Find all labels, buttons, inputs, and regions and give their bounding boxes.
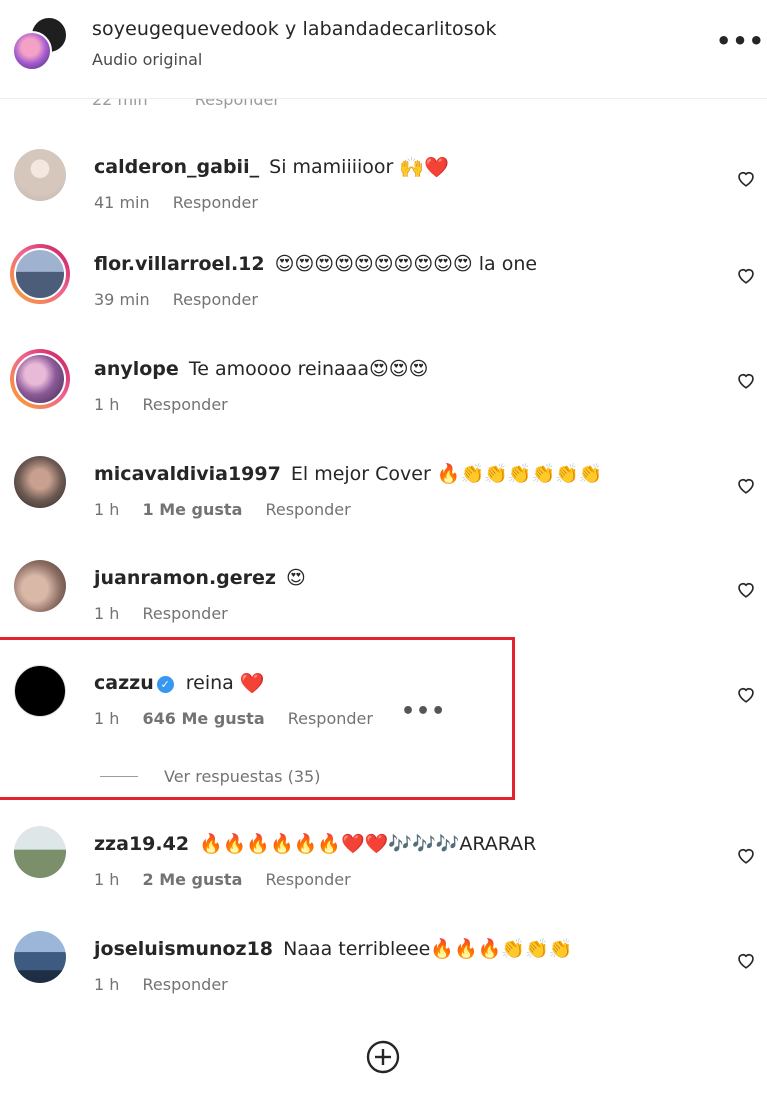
like-count[interactable]: 1 Me gusta [143,500,243,519]
comment-username[interactable]: calderon_gabii_ [94,156,259,178]
comment-more-icon[interactable]: ••• [401,699,446,724]
reply-link[interactable]: Responder [143,395,228,414]
comment-time: 1 h [94,870,120,889]
reply-link[interactable]: Responder [173,290,258,309]
comment-line: micavaldivia1997 El mejor Cover 🔥👏👏👏👏👏👏 [94,461,602,487]
comment-text: 😍 [286,567,306,589]
comment-meta: 1 h Responder [94,975,246,994]
comment-line: joseluismunoz18 Naaa terribleee🔥🔥🔥👏👏👏 [94,936,572,962]
comment-item: cazzu ✓ reina ❤️ 1 h 646 Me gusta Respond… [0,665,767,755]
replies-divider [100,776,138,777]
like-count[interactable]: 2 Me gusta [143,870,243,889]
comment-item: micavaldivia1997 El mejor Cover 🔥👏👏👏👏👏👏 … [0,456,767,546]
comment-line: flor.villarroel.12 😍😍😍😍😍😍😍😍😍😍 la one [94,251,537,277]
reply-link[interactable]: Responder [265,870,350,889]
comment-meta: 1 h 2 Me gusta Responder [94,870,369,889]
verified-badge-icon: ✓ [156,676,174,693]
comment-line: calderon_gabii_ Si mamiiiioor 🙌❤️ [94,154,449,180]
comment-meta: 1 h 646 Me gusta Responder [94,709,391,728]
comment-username[interactable]: joseluismunoz18 [94,938,273,960]
comment-time: 1 h [94,975,120,994]
comment-item: flor.villarroel.12 😍😍😍😍😍😍😍😍😍😍 la one 39 … [0,244,767,336]
comment-item: zza19.42 🔥🔥🔥🔥🔥🔥❤️❤️🎶🎶🎶ARARAR 1 h 2 Me gu… [0,826,767,916]
comment-line: cazzu ✓ reina ❤️ [94,670,265,696]
comment-time: 39 min [94,290,150,309]
comment-item: anylope Te amoooo reinaaa😍😍😍 1 h Respond… [0,349,767,441]
comment-time: 1 h [94,709,120,728]
avatar[interactable] [10,349,70,409]
like-count[interactable]: 646 Me gusta [143,709,265,728]
avatar[interactable] [14,456,66,508]
avatar[interactable] [14,826,66,878]
like-heart-icon[interactable] [736,951,756,969]
comment-text: Naaa terribleee🔥🔥🔥👏👏👏 [283,938,573,960]
like-heart-icon[interactable] [736,371,756,389]
comment-meta: 1 h Responder [94,604,246,623]
view-replies-link[interactable]: Ver respuestas (35) [164,767,320,786]
more-horizontal-icon[interactable]: ••• [716,27,765,55]
comment-item: joseluismunoz18 Naaa terribleee🔥🔥🔥👏👏👏 1 … [0,931,767,1021]
comment-emojis: 🙌❤️ [399,155,450,179]
post-authors[interactable]: soyeugequevedook y labandadecarlitosok [92,18,497,40]
comment-line: juanramon.gerez 😍 [94,565,306,591]
comment-meta: 41 min Responder [94,193,276,212]
comment-time: 1 h [94,395,120,414]
post-header: soyeugequevedook y labandadecarlitosok A… [0,0,767,99]
comment-line: zza19.42 🔥🔥🔥🔥🔥🔥❤️❤️🎶🎶🎶ARARAR [94,831,536,857]
comment-username[interactable]: juanramon.gerez [94,567,276,589]
reply-link[interactable]: Responder [143,604,228,623]
comment-username[interactable]: zza19.42 [94,833,189,855]
comment-text: 🔥🔥🔥🔥🔥🔥❤️❤️🎶🎶🎶ARARAR [199,833,537,855]
avatar[interactable] [14,931,66,983]
comment-time: 41 min [94,193,150,212]
like-heart-icon[interactable] [736,580,756,598]
comment-text: reina [185,672,234,694]
comment-item: calderon_gabii_ Si mamiiiioor 🙌❤️ 41 min… [0,149,767,239]
comment-meta: 39 min Responder [94,290,276,309]
avatar[interactable] [14,149,66,201]
plus-circle-icon[interactable] [366,1040,400,1074]
comment-text: Te amoooo reinaaa😍😍😍 [188,358,429,380]
like-heart-icon[interactable] [736,685,756,703]
comment-username[interactable]: flor.villarroel.12 [94,253,265,275]
audio-label[interactable]: Audio original [92,50,202,69]
comment-text: Si mamiiiioor [269,156,394,178]
comment-username[interactable]: micavaldivia1997 [94,463,281,485]
comment-line: anylope Te amoooo reinaaa😍😍😍 [94,356,428,382]
avatar[interactable] [14,560,66,612]
comment-username[interactable]: cazzu [94,672,154,694]
reply-link[interactable]: Responder [143,975,228,994]
avatar[interactable] [14,665,66,717]
comment-time: 1 h [94,604,120,623]
like-heart-icon[interactable] [736,846,756,864]
like-heart-icon[interactable] [736,169,756,187]
comment-emojis: ❤️ [239,671,265,695]
comment-meta: 1 h Responder [94,395,246,414]
reply-link[interactable]: Responder [288,709,373,728]
like-heart-icon[interactable] [736,476,756,494]
comment-text: El mejor Cover 🔥👏👏👏👏👏👏 [290,463,603,485]
comment-text: 😍😍😍😍😍😍😍😍😍😍 la one [274,253,538,275]
like-heart-icon[interactable] [736,266,756,284]
reply-link[interactable]: Responder [173,193,258,212]
comment-meta: 1 h 1 Me gusta Responder [94,500,369,519]
comment-time: 1 h [94,500,120,519]
comment-username[interactable]: anylope [94,358,179,380]
author-avatar-primary[interactable] [12,31,52,71]
reply-link[interactable]: Responder [265,500,350,519]
avatar[interactable] [10,244,70,304]
